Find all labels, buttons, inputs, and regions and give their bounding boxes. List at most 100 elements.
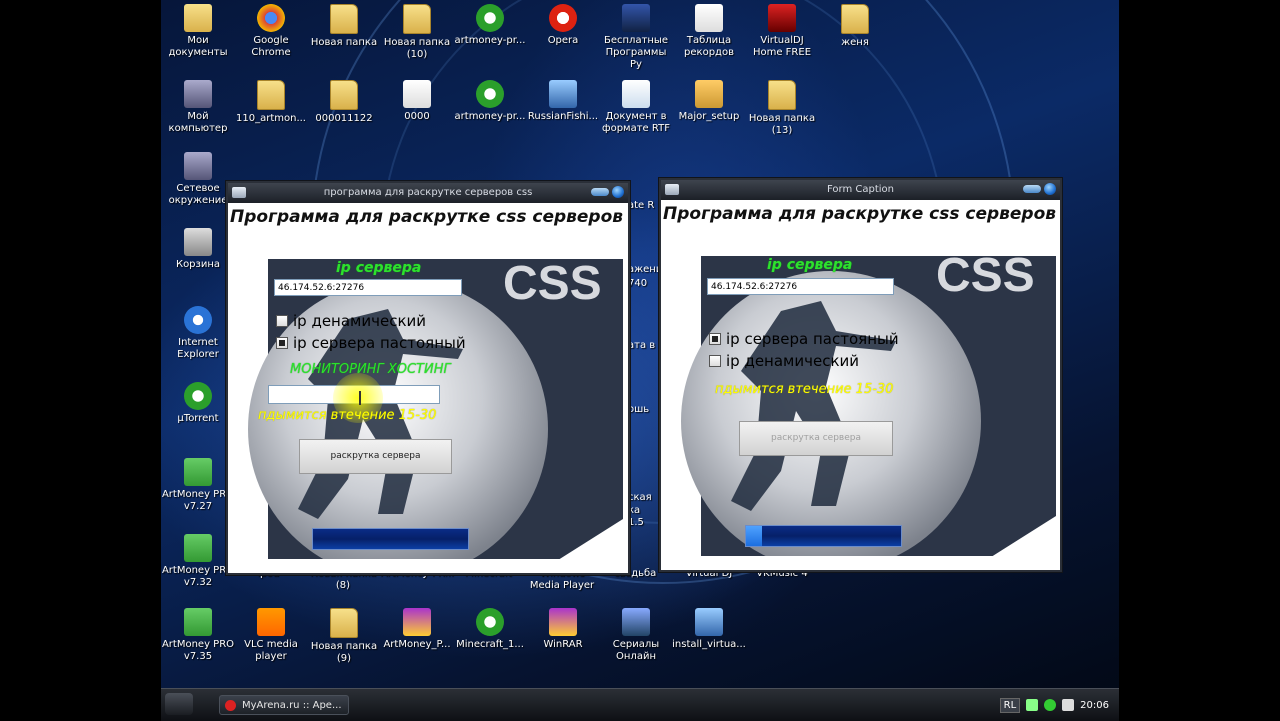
desktop-icon[interactable]: RussianFishi... — [526, 80, 600, 123]
desktop-icon[interactable]: Мой компьютер — [161, 80, 235, 135]
checkbox-box[interactable] — [709, 333, 721, 345]
rtf-file-icon — [622, 80, 650, 108]
desktop-icon[interactable]: artmoney-pr... — [453, 80, 527, 123]
desktop-icon[interactable]: Новая папка (13) — [745, 80, 819, 137]
desktop-icon[interactable]: WinRAR — [526, 608, 600, 651]
desktop-icon[interactable]: Мои документы — [161, 4, 235, 59]
taskbar-item-browser[interactable]: MyArena.ru :: Аре... — [219, 695, 349, 715]
checkbox-dynamic-ip[interactable]: ip денамический — [276, 312, 426, 330]
css-logo-text: CSS — [936, 249, 1035, 302]
window-titlebar[interactable]: программа для раскрутке серверов css — [228, 183, 628, 203]
app-heading: Программа для раскрутке css серверов — [663, 204, 1057, 224]
network-tray-icon[interactable] — [1026, 699, 1039, 711]
checkbox-static-ip[interactable]: ip сервера пастояный — [276, 334, 466, 352]
folder-icon — [403, 4, 431, 34]
desktop-icon[interactable]: 000011122 — [307, 80, 381, 125]
folder-icon — [330, 4, 358, 34]
close-button[interactable] — [612, 186, 624, 198]
window-menu-icon[interactable] — [232, 187, 246, 198]
desktop-icon-label: 0000 — [404, 111, 430, 122]
checkbox-static-ip[interactable]: ip сервера пастояный — [709, 330, 899, 348]
checkbox-label: ip сервера пастояный — [726, 330, 899, 348]
ip-input[interactable]: 46.174.52.6:27276 — [707, 278, 894, 295]
desktop-icon[interactable]: Таблица рекордов — [672, 4, 746, 59]
desktop-icon[interactable]: Новая папка — [307, 4, 381, 49]
checkbox-dynamic-ip[interactable]: ip денамический — [709, 352, 859, 370]
desktop-icon[interactable]: Сериалы Онлайн — [599, 608, 673, 663]
tv-icon — [622, 608, 650, 636]
desktop-icon-label: 110_artmon... — [236, 113, 306, 124]
checkbox-box[interactable] — [709, 355, 721, 367]
language-indicator[interactable]: RL — [999, 697, 1021, 713]
desktop-icon-label: ArtMoney PRO v7.35 — [161, 639, 235, 662]
progress-bar — [745, 525, 902, 547]
ip-label: ip сервера — [336, 260, 422, 276]
checkbox-box[interactable] — [276, 337, 288, 349]
window-title: Form Caption — [827, 184, 894, 195]
desktop-icon[interactable]: ArtMoney_P... — [380, 608, 454, 651]
desktop-icon[interactable]: Новая папка (9) — [307, 608, 381, 665]
desktop-icon[interactable]: Бесплатные Программы Ру — [599, 4, 673, 71]
desktop-icon[interactable]: ArtMoney PRO v7.27 — [161, 458, 235, 513]
desktop-icon[interactable]: VLC media player — [234, 608, 308, 663]
desktop-icon[interactable]: 0000 — [380, 80, 454, 123]
desktop-icon[interactable]: 110_artmon... — [234, 80, 308, 125]
desktop-icon[interactable]: Internet Explorer — [161, 306, 235, 361]
desktop-icon[interactable]: install_virtua... — [672, 608, 746, 651]
desktop-icon-label[interactable]: ошь — [628, 404, 658, 416]
boost-server-button[interactable]: раскрутка сервера — [739, 421, 893, 456]
winrar-archive-icon — [403, 608, 431, 636]
desktop-icon[interactable]: Major_setup — [672, 80, 746, 123]
progress-fill — [746, 526, 762, 546]
window-menu-icon[interactable] — [665, 184, 679, 195]
ip-input[interactable]: 46.174.52.6:27276 — [274, 279, 462, 296]
app-window-left[interactable]: программа для раскрутке серверов css CSS… — [226, 181, 630, 575]
window-titlebar[interactable]: Form Caption — [661, 180, 1060, 200]
close-button[interactable] — [1044, 183, 1056, 195]
desktop-icon[interactable]: Корзина — [161, 228, 235, 271]
utorrent-tray-icon[interactable] — [1044, 699, 1057, 711]
window-title: программа для раскрутке серверов css — [323, 187, 533, 198]
desktop-icon[interactable]: Документ в формате RTF — [599, 80, 673, 135]
desktop-icon[interactable]: artmoney-pr... — [453, 4, 527, 47]
desktop-icon-label[interactable]: ата в — [628, 340, 658, 352]
checkbox-box[interactable] — [276, 315, 288, 327]
desktop-icon[interactable]: Новая папка (10) — [380, 4, 454, 61]
desktop-icon[interactable]: Opera — [526, 4, 600, 47]
desktop-icon[interactable]: Minecraft_1... — [453, 608, 527, 651]
ie-file-icon — [695, 4, 723, 32]
desktop-icon-label[interactable]: ская — [628, 492, 658, 504]
desktop-icon-label[interactable]: ажени — [628, 264, 662, 276]
start-button[interactable] — [165, 693, 193, 715]
app-window-right[interactable]: Form Caption CSS Программа для раскрутке… — [659, 178, 1062, 572]
desktop-icon-label[interactable]: ate R — [628, 200, 658, 212]
window-client: CSS Программа для раскрутке css серверов… — [228, 203, 628, 573]
desktop-icon[interactable]: Сетевое окружение — [161, 152, 235, 207]
desktop-icon-label[interactable]: 740 — [628, 278, 658, 290]
boost-server-button[interactable]: раскрутка сервера — [299, 439, 452, 474]
desktop-icon-label: Корзина — [175, 259, 221, 270]
volume-tray-icon[interactable] — [1062, 699, 1075, 711]
desktop-icon[interactable]: µTorrent — [161, 382, 235, 425]
desktop-icon-label: Новая папка (13) — [748, 113, 816, 136]
folder-icon — [330, 608, 358, 638]
clock[interactable]: 20:06 — [1080, 700, 1109, 711]
artmoney-icon — [184, 458, 212, 486]
desktop-icon[interactable]: ArtMoney PRO v7.32 — [161, 534, 235, 589]
desktop-icon-label: Major_setup — [678, 111, 740, 122]
opera-icon — [549, 4, 577, 32]
desktop-icon-label[interactable]: ка 1.5 — [628, 505, 658, 529]
desktop-icon[interactable]: ArtMoney PRO v7.35 — [161, 608, 235, 663]
desktop-icon[interactable]: женя — [818, 4, 892, 49]
vlc-icon — [257, 608, 285, 636]
minimize-button[interactable] — [591, 188, 609, 196]
desktop-icon-label: Бесплатные Программы Ру — [604, 35, 668, 70]
virtualdj-icon — [768, 4, 796, 32]
desktop-icon-label: Minecraft_1... — [456, 639, 524, 650]
desktop-icon[interactable]: Google Chrome — [234, 4, 308, 59]
folder-icon — [330, 80, 358, 110]
minimize-button[interactable] — [1023, 185, 1041, 193]
desktop-icon-label: µTorrent — [177, 413, 219, 424]
desktop-icon[interactable]: VirtualDJ Home FREE — [745, 4, 819, 59]
desktop-icon-label: Таблица рекордов — [684, 35, 734, 58]
